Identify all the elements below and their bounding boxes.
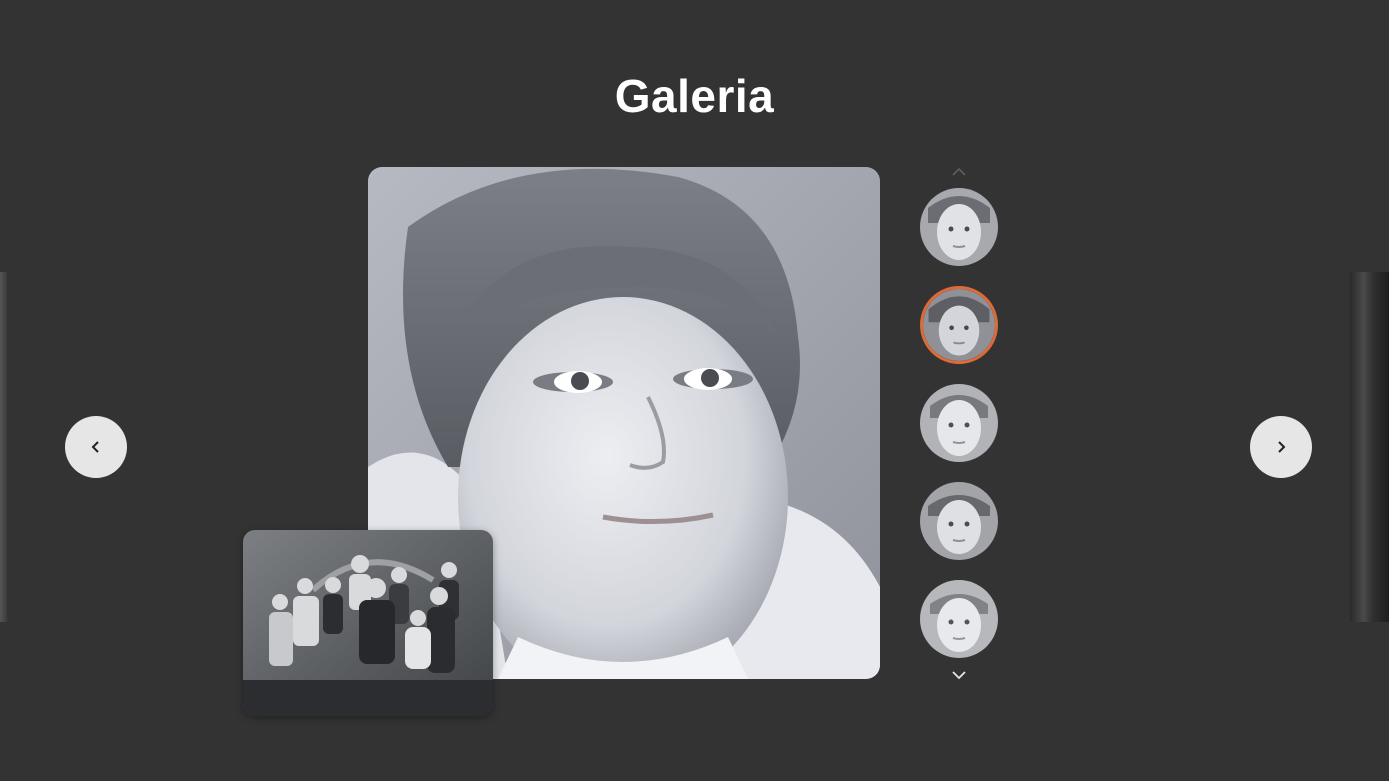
next-button[interactable] [1250, 416, 1312, 478]
chevron-left-icon [90, 440, 102, 454]
thumbnail-2[interactable] [920, 286, 998, 364]
chevron-down-icon [951, 670, 967, 680]
thumbnail-4[interactable] [920, 482, 998, 560]
thumbnail-3[interactable] [920, 384, 998, 462]
previous-button[interactable] [65, 416, 127, 478]
thumbs-up-button[interactable] [947, 162, 971, 182]
family-group-image[interactable] [243, 530, 493, 716]
thumbnail-1[interactable] [920, 188, 998, 266]
chevron-up-icon [951, 167, 967, 177]
next-slide-peek[interactable] [1350, 272, 1389, 622]
thumbnail-5[interactable] [920, 580, 998, 658]
previous-slide-peek[interactable] [0, 272, 7, 622]
thumbnail-strip [920, 160, 998, 686]
thumbs-down-button[interactable] [947, 665, 971, 685]
chevron-right-icon [1275, 440, 1287, 454]
page-title: Galeria [614, 69, 775, 122]
